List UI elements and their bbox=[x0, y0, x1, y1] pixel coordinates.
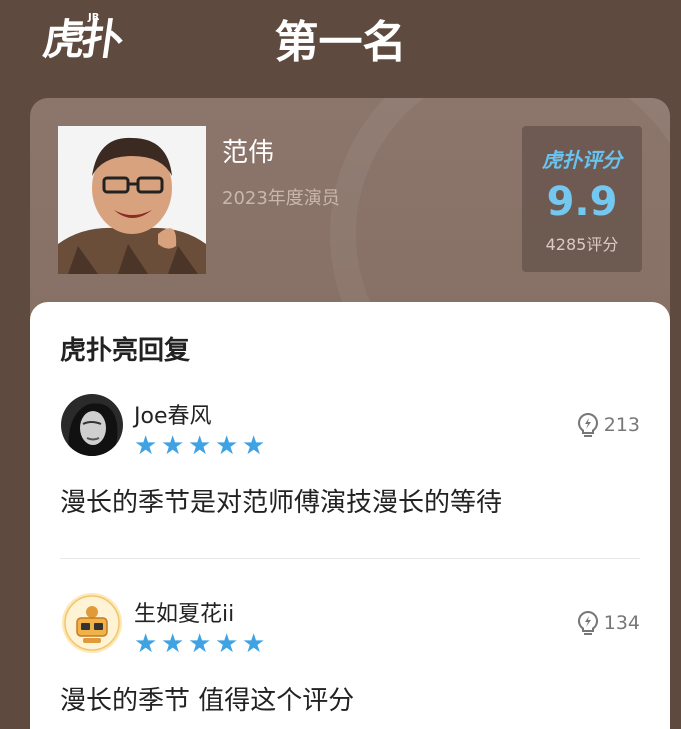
person-photo[interactable] bbox=[58, 126, 206, 274]
robot-avatar-icon bbox=[62, 593, 122, 653]
replies-panel: 虎扑亮回复 Joe春风 ★ ★ ★ ★ ★ 213 漫长的季节是对范师傅演技漫长的等待 bbox=[30, 302, 670, 729]
avatar[interactable] bbox=[61, 394, 123, 456]
star-icon: ★ bbox=[215, 629, 239, 659]
replies-title: 虎扑亮回复 bbox=[60, 336, 191, 366]
light-button[interactable]: 213 bbox=[576, 412, 640, 438]
star-rating: ★ ★ ★ ★ ★ bbox=[134, 629, 269, 659]
person-name: 范伟 bbox=[222, 138, 275, 168]
rank-title: 第一名 bbox=[274, 17, 407, 68]
star-icon: ★ bbox=[188, 431, 212, 461]
star-icon: ★ bbox=[242, 431, 266, 461]
star-rating: ★ ★ ★ ★ ★ bbox=[134, 431, 269, 461]
star-icon: ★ bbox=[242, 629, 266, 659]
reply-username[interactable]: 生如夏花ii bbox=[134, 596, 234, 628]
reply-username[interactable]: Joe春风 bbox=[134, 398, 211, 430]
light-count: 213 bbox=[603, 414, 640, 436]
star-icon: ★ bbox=[188, 629, 212, 659]
lightbulb-icon bbox=[577, 412, 598, 437]
star-icon: ★ bbox=[215, 431, 239, 461]
score-value: 9.9 bbox=[546, 179, 618, 225]
star-icon: ★ bbox=[134, 431, 158, 461]
lightbulb-icon bbox=[577, 610, 598, 635]
score-brand: 虎扑评分 bbox=[542, 148, 622, 172]
reply-text: 漫长的季节是对范师傅演技漫长的等待 bbox=[60, 488, 503, 518]
reply-text: 漫长的季节 值得这个评分 bbox=[60, 686, 355, 716]
avatar[interactable] bbox=[61, 592, 123, 654]
person-photo-icon bbox=[58, 126, 206, 274]
light-button[interactable]: 134 bbox=[576, 610, 640, 636]
light-count: 134 bbox=[603, 612, 640, 634]
star-icon: ★ bbox=[161, 629, 185, 659]
star-icon: ★ bbox=[134, 629, 158, 659]
score-count: 4285评分 bbox=[545, 235, 619, 254]
divider bbox=[60, 558, 640, 559]
star-icon: ★ bbox=[161, 431, 185, 461]
award-subtitle: 2023年度演员 bbox=[222, 188, 340, 209]
woman-avatar-icon bbox=[61, 394, 123, 456]
top-bar: 虎扑 JR 第一名 bbox=[0, 0, 681, 80]
score-box[interactable]: 虎扑评分 9.9 4285评分 bbox=[522, 126, 642, 272]
